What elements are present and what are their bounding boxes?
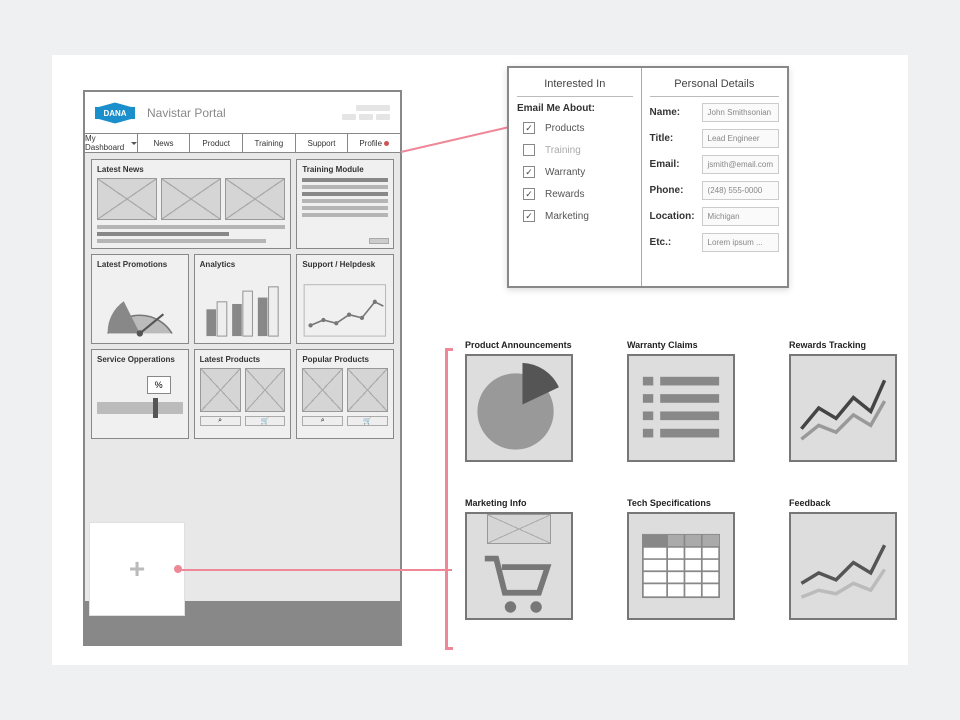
cart-icon[interactable]: 🛒: [245, 416, 286, 426]
checkbox-marketing[interactable]: ✓: [523, 210, 535, 222]
widget-feedback[interactable]: Feedback: [789, 498, 911, 620]
nav-dashboard[interactable]: My Dashboard: [85, 134, 138, 152]
location-field[interactable]: Michigan: [702, 207, 779, 226]
gauge-icon: [97, 273, 183, 351]
search-icon[interactable]: ⌕: [200, 416, 241, 426]
percent-badge: %: [147, 376, 171, 394]
connector-line: [178, 569, 452, 571]
dana-logo: DANA: [95, 106, 135, 118]
connector-dot: [174, 565, 182, 573]
nav-support[interactable]: Support: [296, 134, 349, 152]
bracket-line: [445, 348, 453, 650]
nav-bar: My Dashboard News Product Training Suppo…: [85, 134, 400, 153]
list-icon: [629, 356, 733, 460]
table-icon: [629, 514, 733, 618]
nav-training[interactable]: Training: [243, 134, 296, 152]
title-field[interactable]: Lead Engineer: [702, 129, 779, 148]
area-chart-icon: [791, 514, 895, 618]
widget-tech-specs[interactable]: Tech Specifications: [627, 498, 749, 620]
add-widget-card[interactable]: +: [89, 522, 185, 616]
etc-field[interactable]: Lorem ipsum ...: [702, 233, 779, 252]
widget-gallery: Product Announcements Warranty Claims Re…: [449, 340, 911, 620]
personal-heading: Personal Details: [650, 78, 779, 90]
card-support[interactable]: Support / Helpdesk: [296, 254, 394, 344]
search-icon[interactable]: ⌕: [302, 416, 343, 426]
name-field[interactable]: John Smithsonian: [702, 103, 779, 122]
card-latest-products[interactable]: Latest Products ⌕🛒: [194, 349, 292, 439]
checkbox-warranty[interactable]: ✓: [523, 166, 535, 178]
line-chart-icon: [302, 273, 388, 351]
nav-profile[interactable]: Profile: [348, 134, 400, 152]
phone-field[interactable]: (248) 555-0000: [702, 181, 779, 200]
slider-handle[interactable]: [153, 398, 158, 418]
widget-product-announcements[interactable]: Product Announcements: [465, 340, 587, 462]
card-training-module[interactable]: Training Module: [296, 159, 394, 249]
card-promotions[interactable]: Latest Promotions: [91, 254, 189, 344]
interested-heading: Interested In: [517, 78, 633, 90]
email-field[interactable]: jsmith@email.com: [702, 155, 779, 174]
profile-icon: [384, 141, 389, 146]
widget-warranty-claims[interactable]: Warranty Claims: [627, 340, 749, 462]
checkbox-rewards[interactable]: ✓: [523, 188, 535, 200]
card-latest-news[interactable]: Latest News: [91, 159, 291, 249]
button-placeholder[interactable]: [369, 238, 389, 244]
widget-rewards-tracking[interactable]: Rewards Tracking: [789, 340, 911, 462]
email-about-label: Email Me About:: [517, 103, 633, 114]
chevron-down-icon: [131, 142, 137, 145]
portal-header: DANA Navistar Portal: [85, 92, 400, 134]
canvas: DANA Navistar Portal My Dashboard News P…: [52, 55, 908, 665]
card-popular-products[interactable]: Popular Products ⌕🛒: [296, 349, 394, 439]
checkbox-products[interactable]: ✓: [523, 122, 535, 134]
card-service-ops[interactable]: Service Opperations %: [91, 349, 189, 439]
line-chart-icon: [791, 356, 895, 460]
header-placeholder: [342, 105, 390, 120]
cart-icon: [467, 550, 571, 618]
cart-icon[interactable]: 🛒: [347, 416, 388, 426]
bar-chart-icon: [200, 273, 286, 351]
nav-product[interactable]: Product: [190, 134, 243, 152]
card-analytics[interactable]: Analytics: [194, 254, 292, 344]
portal-title: Navistar Portal: [147, 106, 226, 120]
nav-news[interactable]: News: [138, 134, 191, 152]
profile-callout: Interested In Email Me About: ✓Products …: [507, 66, 789, 288]
plus-icon: +: [129, 553, 145, 585]
widget-marketing-info[interactable]: Marketing Info: [465, 498, 587, 620]
checkbox-training[interactable]: [523, 144, 535, 156]
pie-chart-icon: [467, 356, 571, 460]
